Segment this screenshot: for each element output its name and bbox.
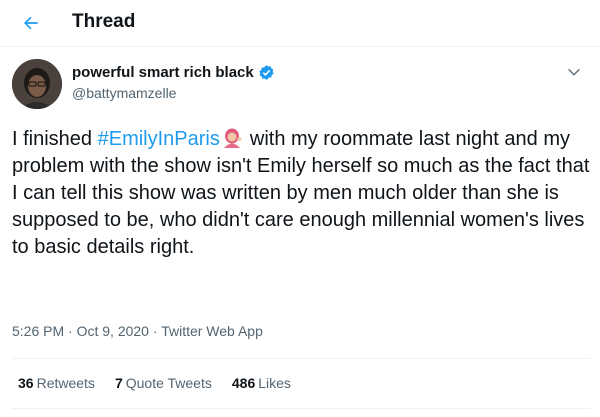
page-title: Thread (72, 11, 136, 32)
tweet-text-before: I finished (12, 128, 98, 150)
likes-count: 486 (231, 375, 256, 391)
chevron-down-icon (568, 68, 580, 76)
woman-tipping-hand-emoji-icon (221, 128, 243, 148)
thread-header: Thread (0, 0, 600, 47)
quote-tweets-stat[interactable]: 7 Quote Tweets (115, 375, 212, 391)
retweets-stat[interactable]: 36 Retweets (18, 375, 95, 391)
back-button[interactable] (14, 6, 48, 40)
tweet-stats: 36 Retweets 7 Quote Tweets 486 Likes (18, 375, 311, 391)
tweet-time[interactable]: 5:26 PM (12, 323, 64, 339)
avatar[interactable] (12, 59, 62, 109)
quotes-label: Quote Tweets (125, 375, 212, 391)
hashtag-link[interactable]: #EmilyInParis (98, 128, 220, 150)
verified-badge-icon (258, 64, 275, 81)
tweet-date[interactable]: Oct 9, 2020 (64, 323, 149, 339)
retweets-label: Retweets (36, 375, 95, 391)
quotes-count: 7 (114, 375, 123, 391)
divider (12, 358, 590, 359)
divider (12, 408, 590, 409)
author-display-name[interactable]: powerful smart rich black (72, 64, 254, 81)
tweet-meta: 5:26 PMOct 9, 2020Twitter Web App (12, 323, 263, 339)
author-name-row[interactable]: powerful smart rich black (72, 64, 275, 81)
arrow-left-icon (24, 16, 38, 30)
likes-label: Likes (258, 375, 291, 391)
tweet-text: I finished #EmilyInParis with my roommate… (12, 126, 590, 261)
tweet-source[interactable]: Twitter Web App (149, 323, 263, 339)
avatar-image (12, 59, 62, 109)
more-options-button[interactable] (566, 64, 582, 85)
likes-stat[interactable]: 486 Likes (232, 375, 291, 391)
author-handle[interactable]: @battymamzelle (72, 85, 176, 101)
retweets-count: 36 (18, 375, 34, 391)
